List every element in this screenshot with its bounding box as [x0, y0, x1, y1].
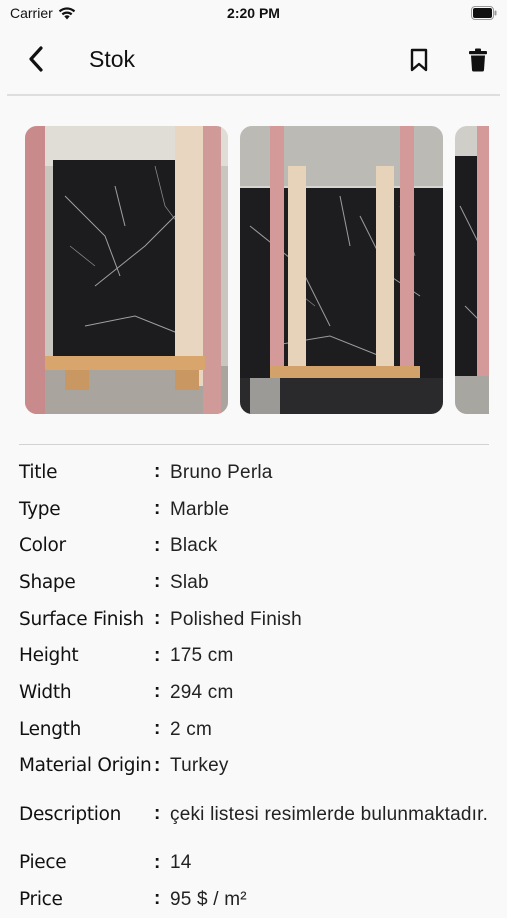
detail-separator: :	[154, 754, 161, 776]
detail-row-price: Price : 95 $ / m²	[19, 881, 489, 918]
detail-value: 95 $ / m²	[170, 888, 247, 910]
detail-separator: :	[154, 571, 161, 593]
detail-label: Title	[19, 461, 58, 483]
page-title: Stok	[89, 46, 136, 72]
back-button[interactable]	[22, 44, 50, 74]
detail-separator: :	[154, 718, 161, 740]
battery-icon	[471, 6, 497, 20]
detail-separator: :	[154, 851, 161, 873]
detail-value: 2 cm	[170, 718, 212, 740]
status-time: 2:20 PM	[227, 5, 280, 21]
product-details: Title : Bruno Perla Type : Marble Color …	[19, 454, 489, 918]
detail-label: Width	[19, 681, 72, 703]
navigation-bar: Stok	[0, 30, 507, 92]
detail-row-material-origin: Material Origin : Turkey	[19, 748, 489, 785]
detail-row-type: Type : Marble	[19, 491, 489, 528]
detail-value: Bruno Perla	[170, 461, 273, 483]
detail-label: Length	[19, 718, 82, 740]
bookmark-icon	[410, 48, 428, 72]
detail-separator: :	[154, 681, 161, 703]
detail-value: Black	[170, 535, 218, 557]
status-bar: Carrier 2:20 PM	[0, 0, 507, 28]
detail-label: Material Origin	[19, 755, 152, 777]
detail-row-title: Title : Bruno Perla	[19, 454, 489, 491]
stone-slab-photo-1[interactable]	[25, 126, 228, 414]
detail-separator: :	[154, 608, 161, 630]
detail-row-width: Width : 294 cm	[19, 674, 489, 711]
detail-row-height: Height : 175 cm	[19, 637, 489, 674]
detail-label: Height	[19, 645, 79, 667]
detail-row-piece: Piece : 14	[19, 844, 489, 881]
detail-value: 14	[170, 852, 192, 874]
detail-label: Piece	[19, 852, 67, 874]
detail-separator: :	[154, 888, 161, 910]
slab-image	[455, 126, 489, 414]
detail-value: 294 cm	[170, 681, 234, 703]
detail-label: Shape	[19, 571, 76, 593]
stone-slab-photo-3[interactable]	[455, 126, 489, 414]
gallery-divider	[19, 444, 489, 445]
slab-image	[240, 126, 443, 414]
detail-value: Turkey	[170, 755, 229, 777]
detail-value: Slab	[170, 571, 209, 593]
chevron-left-icon	[29, 46, 43, 72]
detail-row-length: Length : 2 cm	[19, 711, 489, 748]
detail-separator: :	[154, 803, 161, 825]
detail-separator: :	[154, 461, 161, 483]
detail-row-color: Color : Black	[19, 527, 489, 564]
detail-separator: :	[154, 498, 161, 520]
detail-separator: :	[154, 644, 161, 666]
slab-image	[25, 126, 228, 414]
detail-separator: :	[154, 534, 161, 556]
detail-label: Price	[19, 888, 63, 910]
detail-row-shape: Shape : Slab	[19, 564, 489, 601]
detail-value: Polished Finish	[170, 608, 302, 630]
detail-label: Type	[19, 498, 61, 520]
detail-value: Marble	[170, 498, 230, 520]
detail-row-description: Description : çeki listesi resimlerde bu…	[19, 784, 489, 844]
delete-button[interactable]	[465, 46, 491, 74]
trash-icon	[469, 48, 487, 72]
detail-label: Color	[19, 535, 66, 557]
detail-value: 175 cm	[170, 645, 234, 667]
detail-value: çeki listesi resimlerde bulunmaktadır.	[170, 803, 489, 825]
stone-slab-photo-2[interactable]	[240, 126, 443, 414]
photo-gallery[interactable]	[0, 126, 489, 415]
bookmark-button[interactable]	[406, 46, 432, 74]
detail-label: Surface Finish	[19, 608, 144, 630]
header-divider	[7, 94, 500, 96]
detail-label: Description	[19, 803, 122, 825]
detail-row-surface-finish: Surface Finish : Polished Finish	[19, 601, 489, 638]
